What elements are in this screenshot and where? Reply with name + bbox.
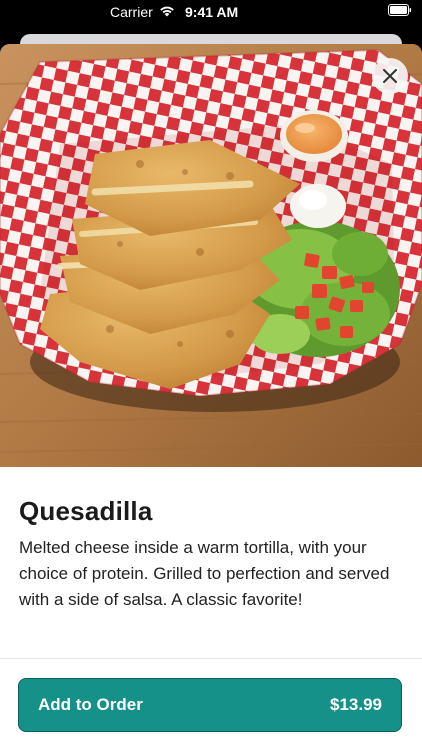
battery-icon: [388, 4, 412, 16]
item-title: Quesadilla: [19, 496, 153, 526]
add-to-order-label: Add to Order: [38, 695, 143, 714]
carrier-label: Carrier: [110, 4, 153, 20]
wifi-icon: [160, 6, 174, 17]
quesadilla-photo-illustration: [0, 44, 422, 467]
status-bar: Carrier 9:41 AM: [0, 0, 422, 26]
item-detail-sheet: Quesadilla Melted cheese inside a warm t…: [0, 44, 422, 750]
add-to-order-button[interactable]: Add to Order $13.99: [18, 678, 402, 732]
divider: [0, 658, 422, 659]
close-icon: [383, 69, 397, 83]
item-info: Quesadilla Melted cheese inside a warm t…: [19, 495, 403, 613]
status-time: 9:41 AM: [185, 4, 239, 20]
item-price: $13.99: [330, 695, 382, 714]
screen: Carrier 9:41 AM Quesadilla Melted cheese…: [0, 0, 422, 750]
item-description: Melted cheese inside a warm tortilla, wi…: [19, 538, 390, 609]
item-photo: [0, 44, 422, 467]
close-button[interactable]: [372, 58, 408, 94]
